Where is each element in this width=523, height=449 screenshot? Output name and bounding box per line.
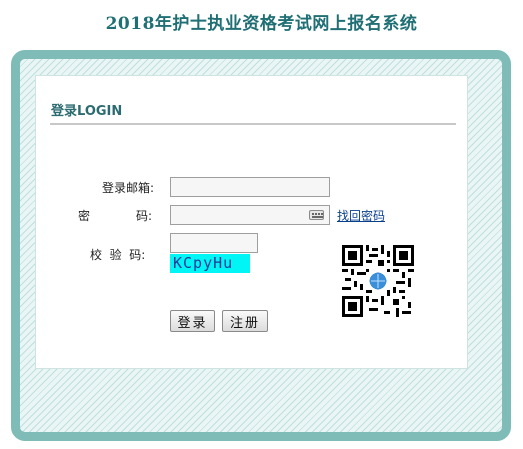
email-label: 登录邮箱: — [102, 181, 155, 195]
qr-code-icon — [342, 245, 414, 317]
panel-divider — [50, 123, 456, 125]
login-button[interactable]: 登录 — [170, 310, 215, 332]
password-label-left: 密 — [78, 209, 91, 223]
panel-heading: 登录LOGIN — [51, 104, 123, 119]
email-input[interactable] — [170, 177, 330, 197]
password-input[interactable] — [170, 205, 330, 225]
recover-password-link[interactable]: 找回密码 — [337, 207, 385, 224]
register-button[interactable]: 注册 — [222, 310, 268, 332]
verify-label: 校 验 码: — [90, 248, 146, 262]
password-label-right: 码: — [136, 209, 153, 223]
verify-input[interactable] — [170, 233, 258, 253]
captcha-image[interactable]: KCpyHu — [170, 254, 250, 273]
page-title: 2018年护士执业资格考试网上报名系统 — [105, 14, 418, 34]
keyboard-icon[interactable] — [309, 210, 324, 220]
